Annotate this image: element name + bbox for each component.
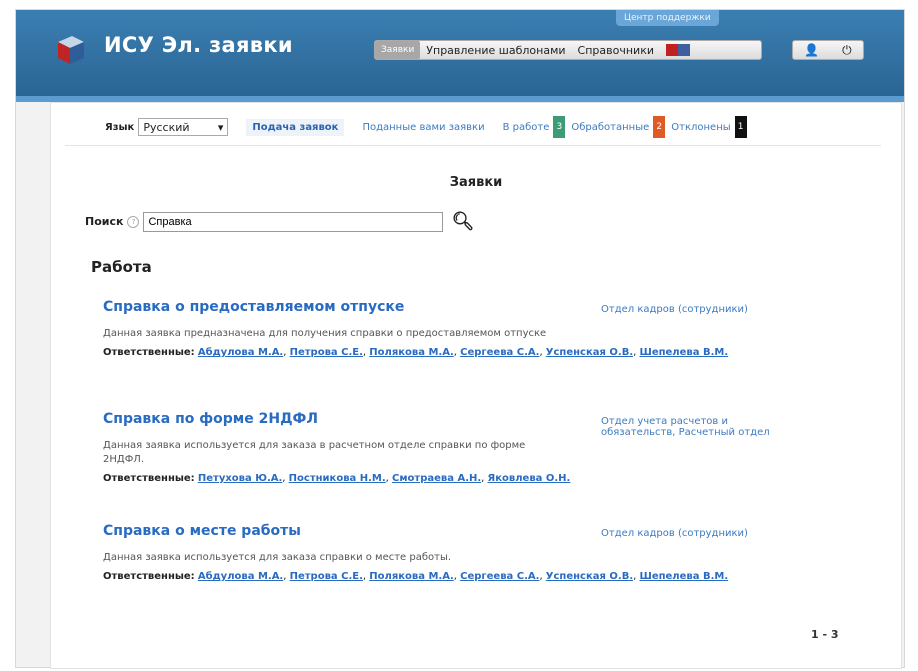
- responsible-link[interactable]: Сергеева С.А.: [460, 571, 539, 582]
- nav-directories[interactable]: Справочники: [572, 41, 660, 59]
- rejected-count-badge: 1: [734, 116, 747, 138]
- request-responsibles: Ответственные: Петухова Ю.А., Постникова…: [103, 473, 571, 484]
- responsible-link[interactable]: Абдулова М.А.: [198, 347, 283, 358]
- responsible-link[interactable]: Абдулова М.А.: [198, 571, 283, 582]
- chevron-down-icon: ▾: [217, 120, 224, 134]
- responsible-link[interactable]: Петрова С.Е.: [290, 347, 363, 358]
- tab-processed[interactable]: Обработанные: [571, 122, 649, 133]
- nav-templates[interactable]: Управление шаблонами: [420, 41, 571, 59]
- responsible-link[interactable]: Успенская О.В.: [546, 347, 633, 358]
- responsible-link[interactable]: Петухова Ю.А.: [198, 473, 282, 484]
- search-row: Поиск ? 🔍︎: [85, 211, 474, 232]
- request-department[interactable]: Отдел кадров (сотрудники): [601, 304, 801, 315]
- language-select[interactable]: Русский ▾: [138, 118, 229, 136]
- header: ИСУ Эл. заявки Центр поддержки Заявки Уп…: [16, 10, 904, 102]
- page-title: Заявки: [449, 175, 503, 190]
- processed-count-badge: 2: [653, 116, 666, 138]
- responsibles-label: Ответственные:: [103, 347, 195, 358]
- tab-rejected[interactable]: Отклонены: [671, 122, 730, 133]
- request-responsibles: Ответственные: Абдулова М.А., Петрова С.…: [103, 571, 729, 582]
- responsible-link[interactable]: Петрова С.Е.: [290, 571, 363, 582]
- section-title: Работа: [91, 258, 152, 276]
- search-icon[interactable]: 🔍︎: [451, 211, 474, 232]
- user-icon[interactable]: 👤: [804, 43, 819, 57]
- pagination: 1 - 3: [811, 628, 839, 641]
- content-panel: Язык Русский ▾ Подача заявок Поданные ва…: [50, 102, 902, 669]
- tab-submit-requests[interactable]: Подача заявок: [246, 118, 345, 136]
- responsible-link[interactable]: Шепелева В.М.: [639, 571, 728, 582]
- request-description: Данная заявка используется для заказа сп…: [103, 552, 452, 563]
- sub-navigation: Язык Русский ▾ Подача заявок Поданные ва…: [65, 109, 881, 146]
- responsible-link[interactable]: Полякова М.А.: [369, 571, 454, 582]
- responsible-link[interactable]: Смотраева А.Н.: [392, 473, 481, 484]
- nav-requests[interactable]: Заявки: [375, 41, 421, 59]
- app-title: ИСУ Эл. заявки: [104, 33, 293, 57]
- request-item: Справка о месте работы Отдел кадров (сот…: [103, 523, 803, 582]
- search-label: Поиск: [85, 215, 124, 228]
- tab-in-work[interactable]: В работе: [503, 122, 550, 133]
- request-description: Данная заявка предназначена для получени…: [103, 328, 547, 339]
- request-item: Справка о предоставляемом отпуске Отдел …: [103, 299, 803, 358]
- user-controls: 👤 ⏻: [792, 40, 864, 60]
- app-logo-icon: [58, 36, 84, 64]
- responsible-link[interactable]: Постникова Н.М.: [289, 473, 386, 484]
- info-icon[interactable]: ?: [127, 215, 140, 228]
- tab-your-requests[interactable]: Поданные вами заявки: [362, 122, 484, 133]
- request-description: Данная заявка используется для заказа в …: [103, 440, 526, 465]
- responsibles-label: Ответственные:: [103, 473, 195, 484]
- request-department[interactable]: Отдел учета расчетов и обязательств, Рас…: [601, 416, 801, 438]
- responsible-link[interactable]: Успенская О.В.: [546, 571, 633, 582]
- language-flag-icon[interactable]: [666, 44, 690, 56]
- responsible-link[interactable]: Яковлева О.Н.: [488, 473, 571, 484]
- request-department[interactable]: Отдел кадров (сотрудники): [601, 528, 801, 539]
- request-responsibles: Ответственные: Абдулова М.А., Петрова С.…: [103, 347, 729, 358]
- responsible-link[interactable]: Полякова М.А.: [369, 347, 454, 358]
- support-tooltip[interactable]: Центр поддержки: [616, 10, 719, 26]
- language-value: Русский: [143, 120, 190, 134]
- responsibles-label: Ответственные:: [103, 571, 195, 582]
- request-item: Справка по форме 2НДФЛ Отдел учета расче…: [103, 411, 803, 484]
- responsible-link[interactable]: Сергеева С.А.: [460, 347, 539, 358]
- in-work-count-badge: 3: [553, 116, 566, 138]
- search-input[interactable]: [143, 211, 444, 232]
- main-nav: Заявки Управление шаблонами Справочники: [374, 40, 762, 60]
- power-icon[interactable]: ⏻: [842, 43, 852, 58]
- responsible-link[interactable]: Шепелева В.М.: [639, 347, 728, 358]
- language-label: Язык: [105, 121, 135, 133]
- app-window: ИСУ Эл. заявки Центр поддержки Заявки Уп…: [15, 9, 905, 669]
